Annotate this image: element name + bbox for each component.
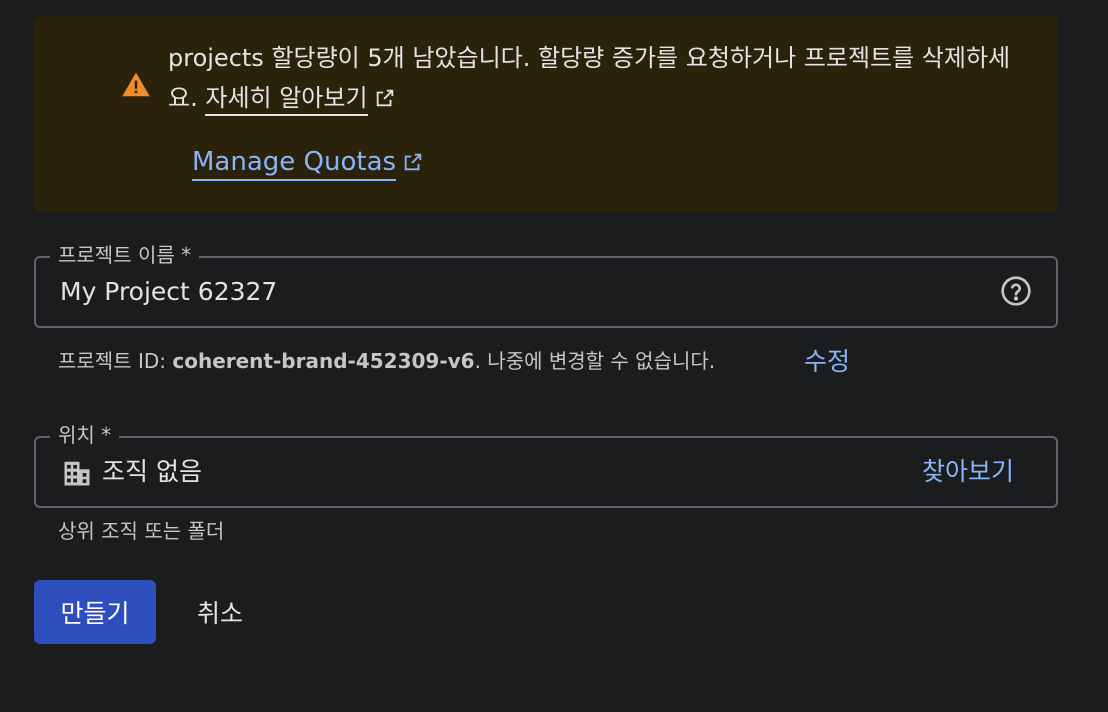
edit-project-id-button[interactable]: 수정 — [804, 344, 850, 380]
quota-warning-banner: projects 할당량이 5개 남았습니다. 할당량 증가를 요청하거나 프로… — [34, 16, 1058, 212]
external-link-icon — [376, 89, 393, 107]
location-field[interactable]: 위치 * 조직 없음 찾아보기 — [34, 420, 1058, 508]
create-project-page: projects 할당량이 5개 남았습니다. 할당량 증가를 요청하거나 프로… — [0, 0, 1108, 712]
location-label: 위치 * — [50, 420, 120, 450]
project-id-hint: 프로젝트 ID: coherent-brand-452309-v6. 나중에 변… — [58, 346, 715, 376]
project-id-suffix: . 나중에 변경할 수 없습니다. — [474, 349, 716, 373]
create-button[interactable]: 만들기 — [34, 580, 156, 644]
manage-quotas-link[interactable]: Manage Quotas — [192, 142, 424, 182]
project-name-input[interactable]: My Project 62327 — [60, 274, 277, 310]
location-value: 조직 없음 — [102, 457, 202, 486]
manage-quotas-label: Manage Quotas — [192, 147, 397, 181]
external-link-icon — [404, 153, 422, 171]
help-icon[interactable] — [1000, 275, 1032, 307]
organization-icon — [64, 461, 90, 486]
browse-location-button[interactable]: 찾아보기 — [922, 454, 1014, 490]
project-name-field[interactable]: 프로젝트 이름 * My Project 62327 — [34, 240, 1058, 328]
project-name-label: 프로젝트 이름 * — [50, 240, 200, 270]
cancel-button[interactable]: 취소 — [180, 580, 260, 644]
warning-icon — [122, 72, 150, 97]
project-id-value: coherent-brand-452309-v6 — [172, 349, 475, 373]
quota-warning-message: projects 할당량이 5개 남았습니다. 할당량 증가를 요청하거나 프로… — [168, 38, 1028, 118]
learn-more-link[interactable]: 자세히 알아보기 — [205, 84, 368, 116]
location-hint: 상위 조직 또는 폴더 — [58, 519, 225, 543]
project-id-prefix: 프로젝트 ID: — [58, 349, 166, 373]
